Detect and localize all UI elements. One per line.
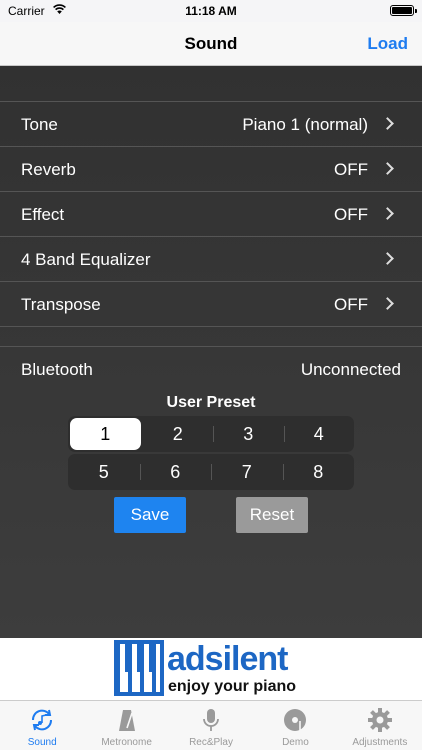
preset-row: 5 6 7 8: [68, 454, 354, 490]
tone-value: Piano 1 (normal): [242, 115, 368, 134]
tab-bar: Sound Metronome Rec&Play Demo Adjustment…: [0, 700, 422, 750]
effect-value: OFF: [334, 205, 368, 224]
sound-icon: [32, 709, 53, 731]
transpose-row[interactable]: Transpose OFF: [0, 282, 422, 327]
tab-label: Sound: [27, 737, 57, 748]
preset-button-3[interactable]: 3: [213, 416, 284, 452]
bluetooth-label: Bluetooth: [21, 360, 93, 379]
equalizer-label: 4 Band Equalizer: [21, 250, 151, 269]
chevron-right-icon: [381, 162, 394, 175]
demo-disc-icon: [284, 709, 307, 731]
chevron-right-icon: [381, 207, 394, 220]
user-preset-title: User Preset: [166, 394, 256, 411]
microphone-icon: [203, 709, 219, 731]
reverb-row[interactable]: Reverb OFF: [0, 147, 422, 192]
chevron-right-icon: [381, 297, 394, 310]
chevron-right-icon: [381, 252, 394, 265]
tone-row[interactable]: Tone Piano 1 (normal): [0, 102, 422, 147]
navigation-bar: Sound Load: [0, 22, 422, 66]
tab-label: Demo: [282, 737, 309, 748]
load-button[interactable]: Load: [367, 34, 408, 54]
preset-button-2[interactable]: 2: [143, 416, 214, 452]
preset-row: 1 2 3 4: [68, 416, 354, 452]
metronome-icon: [118, 710, 135, 731]
tab-label: Adjustments: [352, 737, 408, 748]
status-time: 11:18 AM: [185, 4, 237, 18]
tone-label: Tone: [21, 115, 58, 134]
reverb-label: Reverb: [21, 160, 76, 179]
ad-tagline: enjoy your piano: [168, 678, 297, 695]
tab-demo[interactable]: Demo: [253, 701, 337, 750]
reset-button[interactable]: Reset: [236, 497, 308, 533]
preset-button-5[interactable]: 5: [68, 454, 140, 490]
equalizer-row[interactable]: 4 Band Equalizer: [0, 237, 422, 282]
reverb-value: OFF: [334, 160, 368, 179]
battery-icon: [390, 5, 417, 16]
preset-button-8[interactable]: 8: [282, 454, 355, 490]
section-separator: [0, 327, 422, 347]
bluetooth-status: Unconnected: [300, 360, 401, 379]
tab-label: Metronome: [101, 737, 152, 748]
effect-label: Effect: [21, 205, 65, 224]
tab-adjustments[interactable]: Adjustments: [338, 701, 422, 750]
save-button[interactable]: Save: [114, 497, 186, 533]
preset-button-7[interactable]: 7: [211, 454, 283, 490]
user-preset-selector: 1 2 3 4 5 6 7 8: [68, 416, 354, 492]
tab-rec-play[interactable]: Rec&Play: [169, 701, 253, 750]
chevron-right-icon: [381, 117, 394, 130]
preset-button-6[interactable]: 6: [139, 454, 212, 490]
preset-button-4[interactable]: 4: [283, 416, 355, 452]
ad-banner[interactable]: adsilent enjoy your piano: [0, 638, 422, 700]
status-bar: Carrier 11:18 AM: [0, 0, 422, 22]
transpose-value: OFF: [334, 295, 368, 314]
piano-keys-logo: [114, 640, 164, 696]
settings-list: Tone Piano 1 (normal) Reverb OFF Effect …: [0, 101, 422, 392]
effect-row[interactable]: Effect OFF: [0, 192, 422, 237]
bluetooth-row: Bluetooth Unconnected: [0, 347, 422, 392]
preset-button-1[interactable]: 1: [70, 418, 141, 450]
sound-settings-panel: Tone Piano 1 (normal) Reverb OFF Effect …: [0, 66, 422, 638]
gear-icon: [367, 708, 392, 732]
tab-sound[interactable]: Sound: [0, 701, 84, 750]
ad-brand-name: adsilent: [167, 640, 288, 678]
transpose-label: Transpose: [21, 295, 101, 314]
page-title: Sound: [184, 34, 238, 53]
tab-metronome[interactable]: Metronome: [84, 701, 168, 750]
tab-label: Rec&Play: [189, 737, 233, 748]
